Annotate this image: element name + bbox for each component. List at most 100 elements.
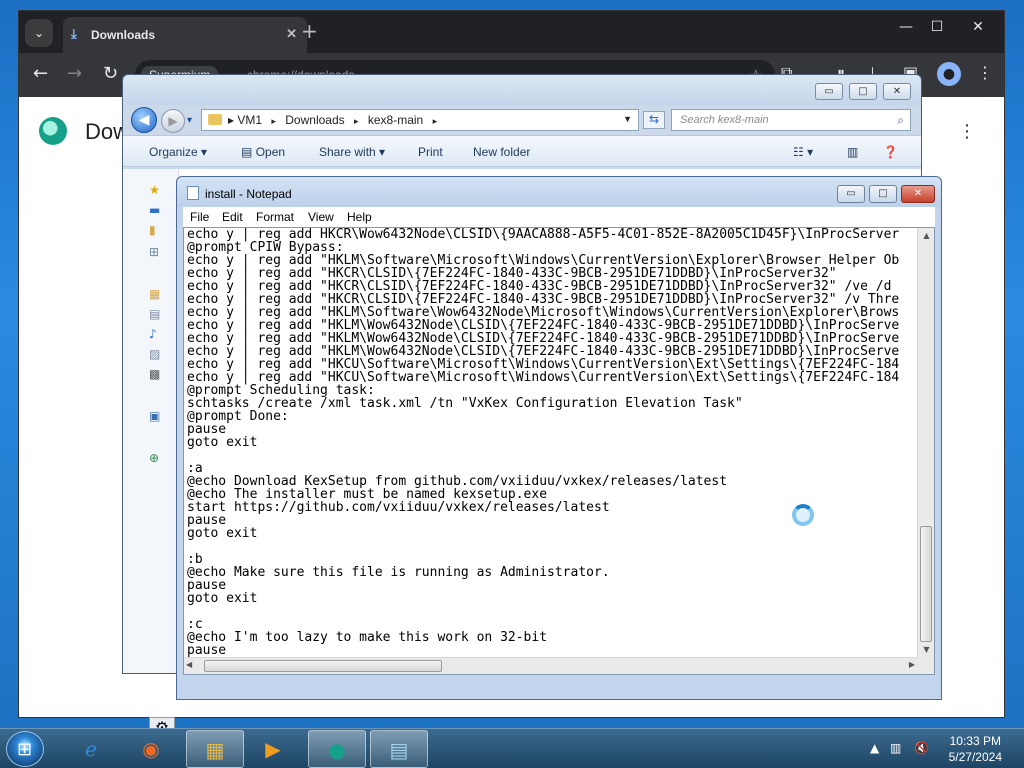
clock[interactable]: 10:33 PM 5/27/2024 (949, 733, 1002, 765)
scroll-left-icon[interactable]: ◀ (186, 660, 192, 669)
address-dropdown-icon[interactable]: ▼ (623, 114, 632, 124)
view-options-icon[interactable]: ☷ ▾ (793, 145, 813, 159)
maximize-button[interactable]: ☐ (922, 19, 952, 35)
tab-downloads[interactable]: ⤓ Downloads ✕ (63, 17, 307, 53)
notepad-line: @echo Make sure this file is running as … (187, 565, 610, 580)
menu-kebab-icon[interactable]: ⋮ (977, 63, 993, 82)
close-tab-icon[interactable]: ✕ (286, 26, 297, 42)
volume-muted-icon[interactable]: 🔇 (914, 741, 929, 755)
help-icon[interactable]: ❓ (883, 145, 898, 159)
notepad-editor[interactable]: echo y | reg add HKCR\Wow6432Node\CLSID\… (183, 227, 935, 675)
taskbar-explorer-icon[interactable]: ▦ (186, 730, 244, 768)
scroll-up-icon[interactable]: ▲ (918, 228, 934, 244)
more-actions-icon[interactable]: ⋮ (958, 121, 976, 142)
horizontal-scroll-thumb[interactable] (204, 660, 442, 672)
menu-help[interactable]: Help (347, 210, 372, 224)
search-icon[interactable]: ⌕ (897, 113, 904, 128)
print-button[interactable]: Print (418, 145, 443, 159)
menu-file[interactable]: File (190, 210, 209, 224)
tab-search-button[interactable]: ⌄ (25, 19, 53, 47)
preview-pane-icon[interactable]: ▥ (847, 145, 858, 159)
explorer-titlebar[interactable]: ▭ □ ✕ (123, 75, 921, 105)
clock-time: 10:33 PM (949, 734, 1001, 748)
notepad-line (187, 449, 915, 462)
minimize-button[interactable]: — (891, 19, 921, 35)
folder-icon (208, 114, 222, 125)
notepad-line: goto exit (187, 435, 258, 450)
notepad-line: schtasks /create /xml task.xml /tn "VxKe… (187, 396, 743, 411)
scroll-down-icon[interactable]: ▼ (918, 642, 934, 658)
horizontal-scrollbar[interactable]: ◀ ▶ (184, 657, 919, 674)
downloads-folder-icon[interactable]: ▮ (149, 223, 165, 237)
notepad-close-button[interactable]: ✕ (901, 185, 935, 203)
explorer-search-input[interactable]: Search kex8-main ⌕ (671, 109, 911, 131)
open-button[interactable]: ▤ Open (241, 145, 285, 159)
explorer-minimize-button[interactable]: ▭ (815, 83, 843, 100)
documents-icon[interactable]: ▤ (149, 307, 165, 321)
explorer-back-button[interactable]: ◀ (131, 107, 157, 133)
notepad-titlebar[interactable]: install - Notepad ▭ □ ✕ (177, 177, 941, 207)
search-placeholder: Search kex8-main (680, 114, 769, 126)
vertical-scrollbar[interactable]: ▲ ▼ (917, 228, 934, 658)
reload-icon[interactable]: ↻ (103, 63, 118, 84)
menu-edit[interactable]: Edit (222, 210, 243, 224)
profile-avatar[interactable]: ● (937, 62, 961, 86)
desktop-icon[interactable]: ▬ (149, 203, 165, 217)
network-icon[interactable]: ⊕ (149, 451, 165, 465)
explorer-navbar: ◀ ▶ ▾ ▸ VM1 ▸ Downloads ▸ kex8-main ▸ ▼ … (123, 105, 921, 135)
videos-icon[interactable]: ▩ (149, 367, 165, 381)
scroll-right-icon[interactable]: ▶ (909, 660, 915, 669)
taskbar-supermium-icon[interactable]: ● (308, 730, 366, 768)
open-label: Open (255, 145, 286, 159)
menu-format[interactable]: Format (256, 210, 294, 224)
menu-view[interactable]: View (308, 210, 334, 224)
clock-date: 5/27/2024 (948, 750, 1002, 764)
taskbar: ⊞ ℯ ◉ ▦ ▶ ● ▤ ▲ ▥ 🔇 10:33 PM 5/27/2024 (0, 728, 1024, 768)
notepad-line: goto exit (187, 526, 258, 541)
taskbar-firefox-icon[interactable]: ◉ (122, 730, 180, 768)
new-tab-button[interactable]: + (301, 19, 318, 43)
forward-icon[interactable]: → (67, 63, 82, 84)
network-tray-icon[interactable]: ▥ (890, 741, 901, 755)
breadcrumb-vm1[interactable]: VM1 (237, 113, 262, 127)
refresh-icon[interactable]: ⇆ (643, 111, 665, 129)
navigation-pane: ★ ▬ ▮ ⊞ ▦ ▤ ♪ ▨ ▩ ▣ ⊕ (123, 169, 179, 673)
favorites-star-icon[interactable]: ★ (149, 183, 165, 197)
back-icon[interactable]: ← (33, 63, 48, 84)
share-with-button[interactable]: Share with ▾ (319, 145, 385, 159)
supermium-logo-icon (39, 117, 67, 145)
taskbar-notepad-icon[interactable]: ▤ (370, 730, 428, 768)
notepad-window: install - Notepad ▭ □ ✕ File Edit Format… (176, 176, 942, 700)
explorer-command-bar: Organize ▾ ▤ Open Share with ▾ Print New… (123, 135, 921, 167)
notepad-menubar: File Edit Format View Help (183, 207, 935, 227)
computer-icon[interactable]: ▣ (149, 409, 165, 423)
notepad-text-area[interactable]: echo y | reg add HKCR\Wow6432Node\CLSID\… (187, 228, 915, 658)
scroll-corner (917, 657, 934, 674)
taskbar-media-player-icon[interactable]: ▶ (244, 730, 302, 768)
breadcrumb-kex8-main[interactable]: kex8-main (368, 113, 423, 127)
notepad-minimize-button[interactable]: ▭ (837, 185, 865, 203)
history-dropdown-icon[interactable]: ▾ (187, 115, 192, 126)
breadcrumb-downloads[interactable]: Downloads (285, 113, 344, 127)
pictures-icon[interactable]: ▨ (149, 347, 165, 361)
download-icon: ⤓ (71, 26, 77, 41)
explorer-forward-button[interactable]: ▶ (161, 109, 185, 133)
music-icon[interactable]: ♪ (149, 327, 165, 341)
libraries-icon[interactable]: ▦ (149, 287, 165, 301)
notepad-maximize-button[interactable]: □ (869, 185, 897, 203)
new-folder-button[interactable]: New folder (473, 145, 530, 159)
tray-expand-icon[interactable]: ▲ (870, 741, 879, 755)
recent-places-icon[interactable]: ⊞ (149, 245, 165, 259)
notepad-line: pause (187, 578, 227, 593)
taskbar-ie-icon[interactable]: ℯ (62, 730, 120, 768)
notepad-line: pause (187, 422, 227, 437)
start-button[interactable]: ⊞ (6, 731, 44, 767)
notepad-line: goto exit (187, 591, 258, 606)
explorer-close-button[interactable]: ✕ (883, 83, 911, 100)
explorer-address-bar[interactable]: ▸ VM1 ▸ Downloads ▸ kex8-main ▸ ▼ (201, 109, 639, 131)
notepad-line: @echo I'm too lazy to make this work on … (187, 630, 548, 645)
close-window-button[interactable]: ✕ (963, 19, 993, 35)
explorer-maximize-button[interactable]: □ (849, 83, 877, 100)
organize-button[interactable]: Organize ▾ (149, 145, 207, 159)
vertical-scroll-thumb[interactable] (920, 526, 932, 642)
